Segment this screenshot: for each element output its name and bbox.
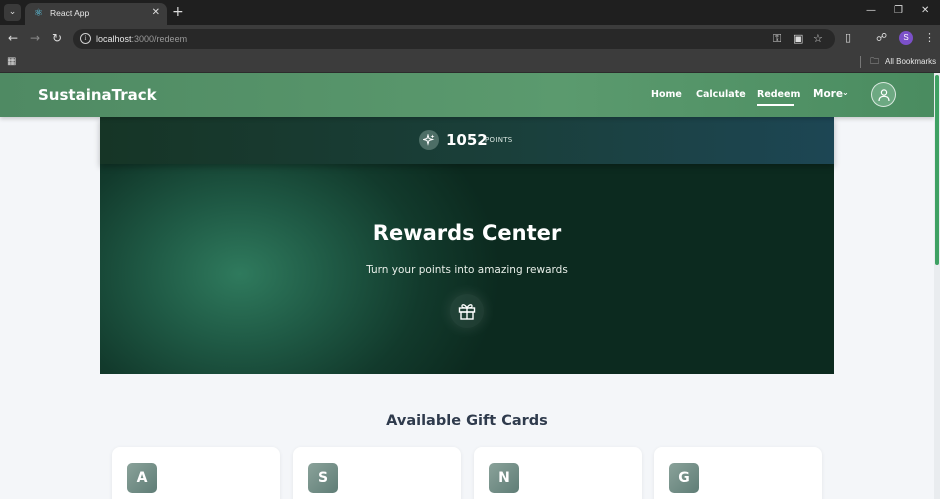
browser-toolbar: ← → ↻ i localhost:3000/redeem ⚿ ▣ ☆ ▯ ☍ …: [0, 25, 940, 52]
reload-icon[interactable]: ↻: [52, 31, 62, 45]
user-avatar-button[interactable]: [871, 82, 896, 107]
gift-icon: [450, 294, 484, 328]
rewards-hero: Rewards Center Turn your points into ama…: [100, 164, 834, 374]
hero-subtitle: Turn your points into amazing rewards: [366, 264, 568, 276]
nav-active-indicator: [757, 104, 794, 106]
gift-card[interactable]: N: [474, 447, 642, 499]
url-text[interactable]: localhost:3000/redeem: [96, 33, 187, 45]
window-close-icon[interactable]: ✕: [921, 5, 929, 17]
user-icon: [878, 89, 890, 102]
bookmarks-divider: [860, 56, 861, 68]
restore-icon[interactable]: ❐: [894, 5, 903, 17]
browser-tab[interactable]: ⚛ React App ✕: [25, 3, 167, 25]
site-info-icon[interactable]: i: [80, 33, 91, 44]
nav-redeem[interactable]: Redeem: [757, 88, 800, 102]
nav-calculate[interactable]: Calculate: [696, 88, 746, 102]
section-heading: Available Gift Cards: [386, 413, 548, 429]
gift-card[interactable]: G: [654, 447, 822, 499]
react-favicon-icon: ⚛: [34, 8, 43, 19]
nav-more[interactable]: More: [813, 87, 843, 101]
install-app-icon[interactable]: ▣: [793, 32, 803, 46]
brand-logo[interactable]: SustainaTrack: [38, 85, 157, 105]
gift-card[interactable]: A: [112, 447, 280, 499]
apps-grid-icon[interactable]: ▦: [7, 56, 16, 68]
card-brand-badge: G: [669, 463, 699, 493]
tab-title: React App: [50, 8, 90, 18]
site-navbar: SustainaTrack Home Calculate Redeem More…: [0, 73, 934, 117]
tab-search-icon[interactable]: ⌄: [4, 4, 21, 21]
browser-tab-strip: ⌄ ⚛ React App ✕ + — ❐ ✕: [0, 0, 940, 25]
tab-close-icon[interactable]: ✕: [152, 7, 160, 19]
page-viewport: SustainaTrack Home Calculate Redeem More…: [0, 73, 934, 499]
profile-avatar[interactable]: S: [899, 31, 913, 45]
minimize-icon[interactable]: —: [866, 5, 876, 17]
page-scrollbar[interactable]: [934, 73, 940, 499]
folder-icon[interactable]: 🗀: [870, 56, 879, 68]
points-value: 1052: [446, 131, 488, 149]
bookmark-star-icon[interactable]: ☆: [813, 32, 823, 46]
card-brand-badge: N: [489, 463, 519, 493]
back-icon[interactable]: ←: [8, 31, 18, 45]
sparkles-icon: [419, 130, 439, 150]
bookmarks-bar: ▦ 🗀 All Bookmarks: [0, 52, 940, 73]
new-tab-icon[interactable]: +: [172, 4, 184, 20]
card-brand-badge: S: [308, 463, 338, 493]
scrollbar-thumb[interactable]: [935, 75, 939, 265]
page-title: Rewards Center: [372, 221, 562, 245]
forward-icon[interactable]: →: [30, 31, 40, 45]
address-bar[interactable]: i localhost:3000/redeem ⚿ ▣ ☆: [73, 29, 835, 49]
points-label: POINTS: [485, 136, 513, 144]
browser-menu-icon[interactable]: ⋮: [924, 31, 935, 45]
points-balance-bar: 1052 POINTS: [100, 117, 834, 164]
sync-icon[interactable]: ☍: [876, 31, 887, 45]
card-brand-badge: A: [127, 463, 157, 493]
gift-card[interactable]: S: [293, 447, 461, 499]
nav-home[interactable]: Home: [651, 88, 682, 102]
password-key-icon[interactable]: ⚿: [773, 32, 781, 46]
chevron-down-icon[interactable]: ⌄: [842, 86, 849, 100]
extensions-icon[interactable]: ▯: [845, 31, 851, 45]
all-bookmarks-link[interactable]: All Bookmarks: [885, 56, 936, 68]
